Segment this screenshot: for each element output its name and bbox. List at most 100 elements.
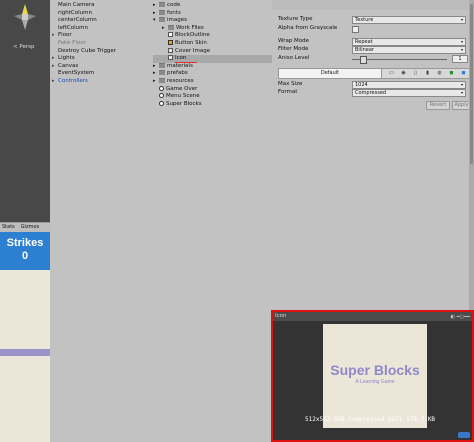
texture-title: Super Blocks xyxy=(330,362,420,378)
alpha-grayscale-label: Alpha from Grayscale xyxy=(278,25,338,31)
project-item[interactable]: Cover Image xyxy=(153,47,272,56)
wrap-mode-dropdown[interactable]: Repeat ▾ xyxy=(352,38,466,46)
strikes-value: 0 xyxy=(21,250,29,262)
filter-mode-value: Bilinear xyxy=(355,47,374,53)
folder-icon xyxy=(159,77,165,83)
hierarchy-item-label: Floor xyxy=(58,32,72,39)
hierarchy-item[interactable]: ▸ Lights xyxy=(52,55,151,63)
max-size-label: Max Size xyxy=(278,81,303,87)
project-item-label: prefabs xyxy=(167,70,188,77)
project-item[interactable]: Game Over xyxy=(153,85,272,94)
texture-icon xyxy=(168,32,173,38)
hierarchy-item[interactable]: EventSystem xyxy=(52,70,151,78)
folder-icon xyxy=(168,24,174,30)
scene-gizmo-icon[interactable] xyxy=(10,2,40,42)
hierarchy-item[interactable]: rightColumn xyxy=(52,10,151,18)
alpha-grayscale-checkbox[interactable] xyxy=(352,26,359,33)
project-item[interactable]: ▸ prefabs xyxy=(153,70,272,78)
texture-icon xyxy=(168,39,173,45)
project-item-label: fonts xyxy=(167,9,181,16)
chevron-down-icon: ▾ xyxy=(460,47,463,52)
project-item[interactable]: ▸ code xyxy=(153,2,272,10)
platform-tabs: Default ▭ ◉ ▯ ▮ ◍ ◼ ◼ xyxy=(278,68,472,79)
project-item[interactable]: Icon xyxy=(153,55,272,64)
store-icon[interactable]: ◼ xyxy=(459,70,468,77)
hierarchy-item-label: centerColumn xyxy=(58,17,97,24)
max-size-dropdown[interactable]: 1024 ▾ xyxy=(352,81,466,89)
project-item-label: BlockOutline xyxy=(175,32,210,39)
project-item[interactable]: ▾ images xyxy=(153,17,272,25)
globe-icon[interactable]: ◉ xyxy=(399,70,408,77)
project-item[interactable]: ▸ resources xyxy=(153,77,272,86)
xbox-icon[interactable]: ◼ xyxy=(447,70,456,77)
wrap-mode-value: Repeat xyxy=(355,39,373,45)
tab-default[interactable]: Default xyxy=(279,69,382,78)
project-item[interactable]: Super Blocks xyxy=(153,100,272,109)
monitor-icon[interactable]: ▭ xyxy=(387,70,396,77)
texture-type-value: Texture xyxy=(355,17,374,23)
hierarchy-item[interactable]: ▸ Canvas xyxy=(52,63,151,71)
preview-area: Super Blocks A Learning Game 512x512 RGB… xyxy=(273,321,472,440)
aniso-level-slider-handle[interactable] xyxy=(360,56,367,64)
hierarchy-item[interactable]: ▸ Floor xyxy=(52,32,151,40)
phone-icon[interactable]: ▯ xyxy=(411,70,420,77)
color-channel-icon[interactable]: ◐ xyxy=(451,314,455,320)
hierarchy-item[interactable]: Destroy Cube Trigger xyxy=(52,48,151,56)
aniso-level-field[interactable]: 1 xyxy=(452,55,468,63)
stats-tab[interactable]: Stats xyxy=(0,223,17,231)
project-item[interactable]: ▸ Work Files xyxy=(153,24,272,33)
project-item[interactable]: Button Skin xyxy=(153,39,272,48)
texture-type-label: Texture Type xyxy=(278,16,313,22)
folder-icon xyxy=(159,70,165,76)
hierarchy-item-label: Main Camera xyxy=(58,2,95,8)
project-item-label: Game Over xyxy=(166,85,198,92)
project-item[interactable]: ▸ materials xyxy=(153,62,272,71)
wrap-mode-label: Wrap Mode xyxy=(278,38,310,44)
project-item[interactable]: ▸ fonts xyxy=(153,9,272,18)
hierarchy-item-label: Controllers xyxy=(58,77,88,84)
hierarchy-item[interactable]: leftColumn xyxy=(52,25,151,33)
hierarchy-item-label: rightColumn xyxy=(58,9,92,16)
chevron-down-icon: ▾ xyxy=(460,90,463,95)
mip-slider-icon[interactable]: ━○━━ xyxy=(457,314,470,320)
project-item-label: Icon xyxy=(175,55,187,62)
project-item-label: Super Blocks xyxy=(166,100,202,107)
filter-mode-dropdown[interactable]: Bilinear ▾ xyxy=(352,46,466,54)
gizmos-tab[interactable]: Gizmos xyxy=(19,223,41,231)
hierarchy-item[interactable]: Fake Floor xyxy=(52,40,151,48)
preview-badge xyxy=(458,432,470,438)
folder-icon xyxy=(159,17,165,23)
project-item-label: Menu Scene xyxy=(166,93,200,100)
hierarchy-panel: Main Camera rightColumn centerColumn leftCo… xyxy=(50,0,152,442)
hierarchy-item[interactable]: centerColumn xyxy=(52,17,151,25)
project-item-label: Cover Image xyxy=(175,47,211,54)
project-panel: ▸ code ▸ fonts ▾ images ▸ Work Files BlockOutlin… xyxy=(151,0,273,442)
folder-icon xyxy=(159,2,165,7)
texture-info: 512x512 RGB Compressed DXT1 170.7 KB xyxy=(305,416,436,423)
project-item[interactable]: BlockOutline xyxy=(153,32,272,40)
project-item-label: code xyxy=(167,2,181,8)
project-item[interactable]: Menu Scene xyxy=(153,93,272,101)
preview-title: Icon xyxy=(275,313,287,319)
preview-header: Icon ◐ ━○━━ xyxy=(273,312,472,321)
preview-panel: Icon ◐ ━○━━ Super Blocks A Learning Game… xyxy=(271,310,474,442)
web-icon[interactable]: ◍ xyxy=(435,70,444,77)
format-value: Compressed xyxy=(355,90,387,96)
android-icon[interactable]: ▮ xyxy=(423,70,432,77)
perspective-label[interactable]: < Persp xyxy=(13,44,34,50)
texture-type-dropdown[interactable]: Texture ▾ xyxy=(352,16,466,24)
inspector-scrollbar[interactable] xyxy=(469,0,474,310)
chevron-down-icon: ▾ xyxy=(460,17,463,22)
hierarchy-item[interactable]: Main Camera xyxy=(52,2,151,10)
revert-button[interactable]: Revert xyxy=(426,101,450,110)
scrollbar-thumb[interactable] xyxy=(470,4,473,164)
hierarchy-item-label: Destroy Cube Trigger xyxy=(58,47,117,54)
scene-view[interactable]: < Persp xyxy=(0,0,50,222)
folder-icon xyxy=(159,9,165,15)
format-dropdown[interactable]: Compressed ▾ xyxy=(352,89,466,97)
project-item-label: resources xyxy=(167,77,194,84)
hierarchy-item[interactable]: ▸ Controllers xyxy=(52,78,151,86)
game-view: Strikes 0 xyxy=(0,232,50,442)
strikes-label: Strikes xyxy=(6,237,44,249)
chevron-down-icon: ▾ xyxy=(460,39,463,44)
